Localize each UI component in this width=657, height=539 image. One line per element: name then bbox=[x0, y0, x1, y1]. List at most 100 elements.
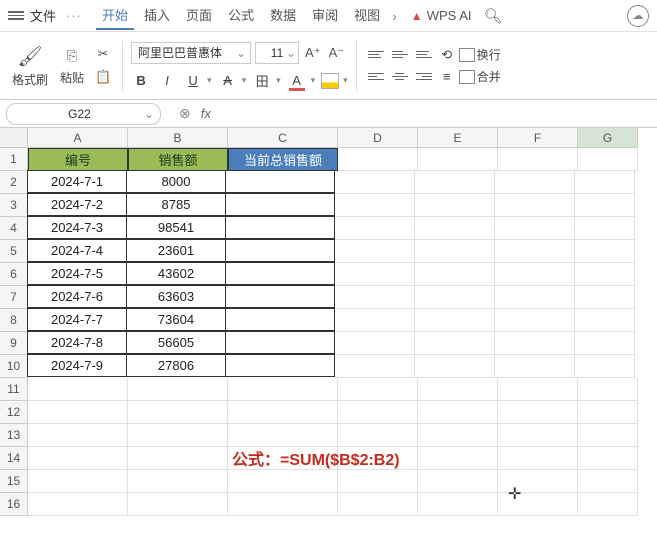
row-header-9[interactable]: 9 bbox=[0, 332, 28, 355]
cell[interactable] bbox=[228, 424, 338, 447]
italic-button[interactable]: I bbox=[157, 72, 177, 90]
row-header-16[interactable]: 16 bbox=[0, 493, 28, 516]
row-header-5[interactable]: 5 bbox=[0, 240, 28, 263]
cell[interactable] bbox=[575, 194, 635, 217]
file-menu[interactable]: 文件 bbox=[30, 6, 56, 25]
cell[interactable] bbox=[415, 263, 495, 286]
row-header-13[interactable]: 13 bbox=[0, 424, 28, 447]
cell[interactable] bbox=[498, 424, 578, 447]
cancel-formula-icon[interactable]: ⊗ bbox=[179, 105, 191, 122]
data-cell[interactable]: 98541 bbox=[126, 216, 226, 239]
cell[interactable] bbox=[418, 401, 498, 424]
cell[interactable] bbox=[28, 401, 128, 424]
increase-font-icon[interactable]: A⁺ bbox=[303, 45, 323, 61]
more-menu[interactable]: ··· bbox=[66, 8, 82, 23]
fx-button[interactable]: fx bbox=[201, 106, 211, 121]
cell[interactable] bbox=[28, 493, 128, 516]
align-left-button[interactable] bbox=[365, 68, 387, 86]
data-cell[interactable]: 2024-7-9 bbox=[27, 354, 127, 377]
column-header-D[interactable]: D bbox=[338, 128, 418, 148]
cell[interactable] bbox=[338, 378, 418, 401]
indent-button[interactable]: ≡ bbox=[437, 68, 457, 86]
cell[interactable] bbox=[498, 378, 578, 401]
cell[interactable] bbox=[578, 424, 638, 447]
row-header-15[interactable]: 15 bbox=[0, 470, 28, 493]
strikethrough-button[interactable]: A bbox=[218, 72, 238, 90]
cell[interactable] bbox=[338, 424, 418, 447]
search-icon[interactable]: 🔍︎ bbox=[483, 7, 502, 25]
header-cell-c[interactable]: 当前总销售额 bbox=[228, 148, 338, 171]
cell[interactable] bbox=[338, 401, 418, 424]
data-cell[interactable] bbox=[225, 308, 335, 331]
data-cell[interactable]: 23601 bbox=[126, 239, 226, 262]
cell[interactable] bbox=[498, 470, 578, 493]
tab-页面[interactable]: 页面 bbox=[180, 1, 218, 30]
cell[interactable] bbox=[335, 332, 415, 355]
cell[interactable] bbox=[228, 493, 338, 516]
cell[interactable] bbox=[578, 378, 638, 401]
data-cell[interactable]: 8785 bbox=[126, 193, 226, 216]
data-cell[interactable]: 2024-7-4 bbox=[27, 239, 127, 262]
cell[interactable] bbox=[578, 401, 638, 424]
data-cell[interactable]: 73604 bbox=[126, 308, 226, 331]
cell[interactable] bbox=[128, 493, 228, 516]
data-cell[interactable]: 8000 bbox=[126, 170, 226, 193]
cell[interactable] bbox=[575, 263, 635, 286]
cell[interactable] bbox=[418, 148, 498, 171]
column-header-C[interactable]: C bbox=[228, 128, 338, 148]
underline-button[interactable]: U bbox=[183, 72, 203, 90]
paste-label[interactable]: 粘贴 bbox=[60, 69, 84, 86]
font-size-select[interactable]: 11 bbox=[255, 42, 299, 64]
row-header-2[interactable]: 2 bbox=[0, 171, 28, 194]
wps-ai-button[interactable]: ▲ WPS AI bbox=[411, 8, 472, 23]
cell[interactable] bbox=[578, 447, 638, 470]
cell[interactable] bbox=[495, 240, 575, 263]
cell[interactable] bbox=[128, 470, 228, 493]
data-cell[interactable]: 2024-7-3 bbox=[27, 216, 127, 239]
data-cell[interactable] bbox=[225, 285, 335, 308]
cell[interactable] bbox=[338, 148, 418, 171]
cell[interactable] bbox=[335, 309, 415, 332]
cell[interactable] bbox=[228, 470, 338, 493]
cell[interactable] bbox=[415, 355, 495, 378]
cell[interactable] bbox=[228, 378, 338, 401]
cell[interactable] bbox=[498, 447, 578, 470]
row-header-3[interactable]: 3 bbox=[0, 194, 28, 217]
column-header-F[interactable]: F bbox=[498, 128, 578, 148]
cell[interactable] bbox=[575, 309, 635, 332]
data-cell[interactable]: 2024-7-6 bbox=[27, 285, 127, 308]
row-header-6[interactable]: 6 bbox=[0, 263, 28, 286]
cell[interactable] bbox=[415, 332, 495, 355]
row-header-1[interactable]: 1 bbox=[0, 148, 28, 171]
cell[interactable] bbox=[415, 286, 495, 309]
row-header-7[interactable]: 7 bbox=[0, 286, 28, 309]
cell[interactable] bbox=[335, 240, 415, 263]
cell[interactable] bbox=[495, 309, 575, 332]
fill-color-button[interactable] bbox=[321, 73, 339, 89]
data-cell[interactable]: 2024-7-8 bbox=[27, 331, 127, 354]
cell[interactable] bbox=[495, 355, 575, 378]
column-header-E[interactable]: E bbox=[418, 128, 498, 148]
data-cell[interactable]: 56605 bbox=[126, 331, 226, 354]
cell[interactable] bbox=[575, 332, 635, 355]
font-color-button[interactable]: A bbox=[287, 72, 307, 90]
cell[interactable] bbox=[495, 217, 575, 240]
cell[interactable] bbox=[575, 171, 635, 194]
name-box-input[interactable]: G22 bbox=[6, 103, 161, 125]
bold-button[interactable]: B bbox=[131, 72, 151, 90]
align-bottom-button[interactable] bbox=[413, 46, 435, 64]
cell[interactable] bbox=[498, 148, 578, 171]
cell[interactable] bbox=[495, 171, 575, 194]
decrease-font-icon[interactable]: A⁻ bbox=[327, 45, 347, 61]
cell[interactable] bbox=[28, 470, 128, 493]
tab-公式[interactable]: 公式 bbox=[222, 1, 260, 30]
cell[interactable] bbox=[338, 470, 418, 493]
format-painter-icon[interactable]: 🖌 bbox=[17, 44, 42, 69]
border-button[interactable]: 田 bbox=[252, 72, 272, 90]
row-header-8[interactable]: 8 bbox=[0, 309, 28, 332]
cell[interactable] bbox=[335, 194, 415, 217]
cell[interactable] bbox=[28, 424, 128, 447]
column-header-G[interactable]: G bbox=[578, 128, 638, 148]
cell[interactable] bbox=[338, 493, 418, 516]
hamburger-menu-icon[interactable] bbox=[8, 11, 24, 20]
